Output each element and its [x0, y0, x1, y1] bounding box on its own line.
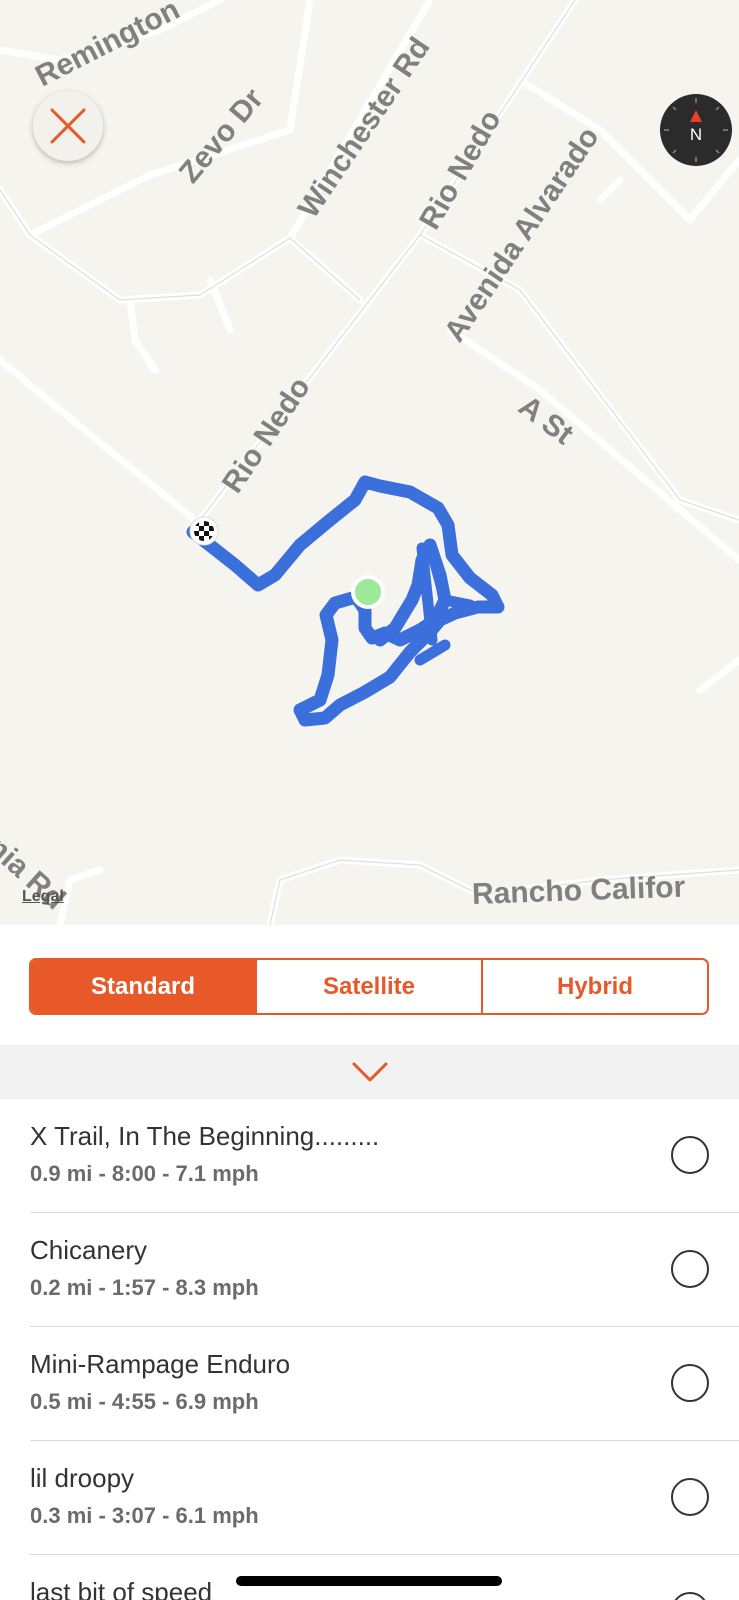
- compass-button[interactable]: N: [660, 94, 732, 166]
- segment-row[interactable]: Mini-Rampage Enduro 0.5 mi - 4:55 - 6.9 …: [30, 1327, 739, 1441]
- segment-title: lil droopy: [30, 1463, 135, 1493]
- segment-row[interactable]: X Trail, In The Beginning......... 0.9 m…: [30, 1099, 739, 1213]
- segment-select-radio[interactable]: [671, 1592, 709, 1600]
- segment-title: last bit of speed: [30, 1577, 213, 1600]
- collapse-panel-button[interactable]: [0, 1045, 739, 1099]
- segment-stats: 0.5 mi - 4:55 - 6.9 mph: [30, 1389, 259, 1414]
- compass-north-label: N: [690, 125, 702, 144]
- segment-stats: 0.3 mi - 3:07 - 6.1 mph: [30, 1503, 259, 1528]
- segment-select-radio[interactable]: [671, 1364, 709, 1402]
- segment-row[interactable]: Chicanery 0.2 mi - 1:57 - 8.3 mph: [30, 1213, 739, 1327]
- finish-flag-marker: [189, 516, 219, 546]
- segment-stats: 0.9 mi - 8:00 - 7.1 mph: [30, 1161, 259, 1186]
- segment-list: X Trail, In The Beginning......... 0.9 m…: [0, 1099, 739, 1600]
- map-type-standard-button[interactable]: Standard: [31, 960, 257, 1013]
- compass-icon: N: [664, 98, 728, 162]
- segment-title: Mini-Rampage Enduro: [30, 1349, 291, 1379]
- close-button[interactable]: [33, 91, 103, 161]
- segment-select-radio[interactable]: [671, 1478, 709, 1516]
- home-indicator[interactable]: [236, 1576, 502, 1586]
- chevron-down-icon: [352, 1062, 387, 1082]
- segment-select-radio[interactable]: [671, 1136, 709, 1174]
- map-type-hybrid-button[interactable]: Hybrid: [483, 960, 707, 1013]
- segment-row[interactable]: lil droopy 0.3 mi - 3:07 - 6.1 mph: [30, 1441, 739, 1555]
- legal-link[interactable]: Legal: [22, 888, 64, 906]
- map-view[interactable]: Remington Zevo Dr Winchester Rd Rio Nedo…: [0, 0, 739, 925]
- segment-title: X Trail, In The Beginning.........: [30, 1121, 380, 1151]
- segment-select-radio[interactable]: [671, 1250, 709, 1288]
- map-type-selector: Standard Satellite Hybrid: [29, 958, 709, 1015]
- start-marker: [351, 575, 385, 609]
- close-icon: [50, 108, 86, 144]
- map-type-satellite-button[interactable]: Satellite: [257, 960, 483, 1013]
- segment-title: Chicanery: [30, 1235, 148, 1265]
- segment-stats: 0.2 mi - 1:57 - 8.3 mph: [30, 1275, 259, 1300]
